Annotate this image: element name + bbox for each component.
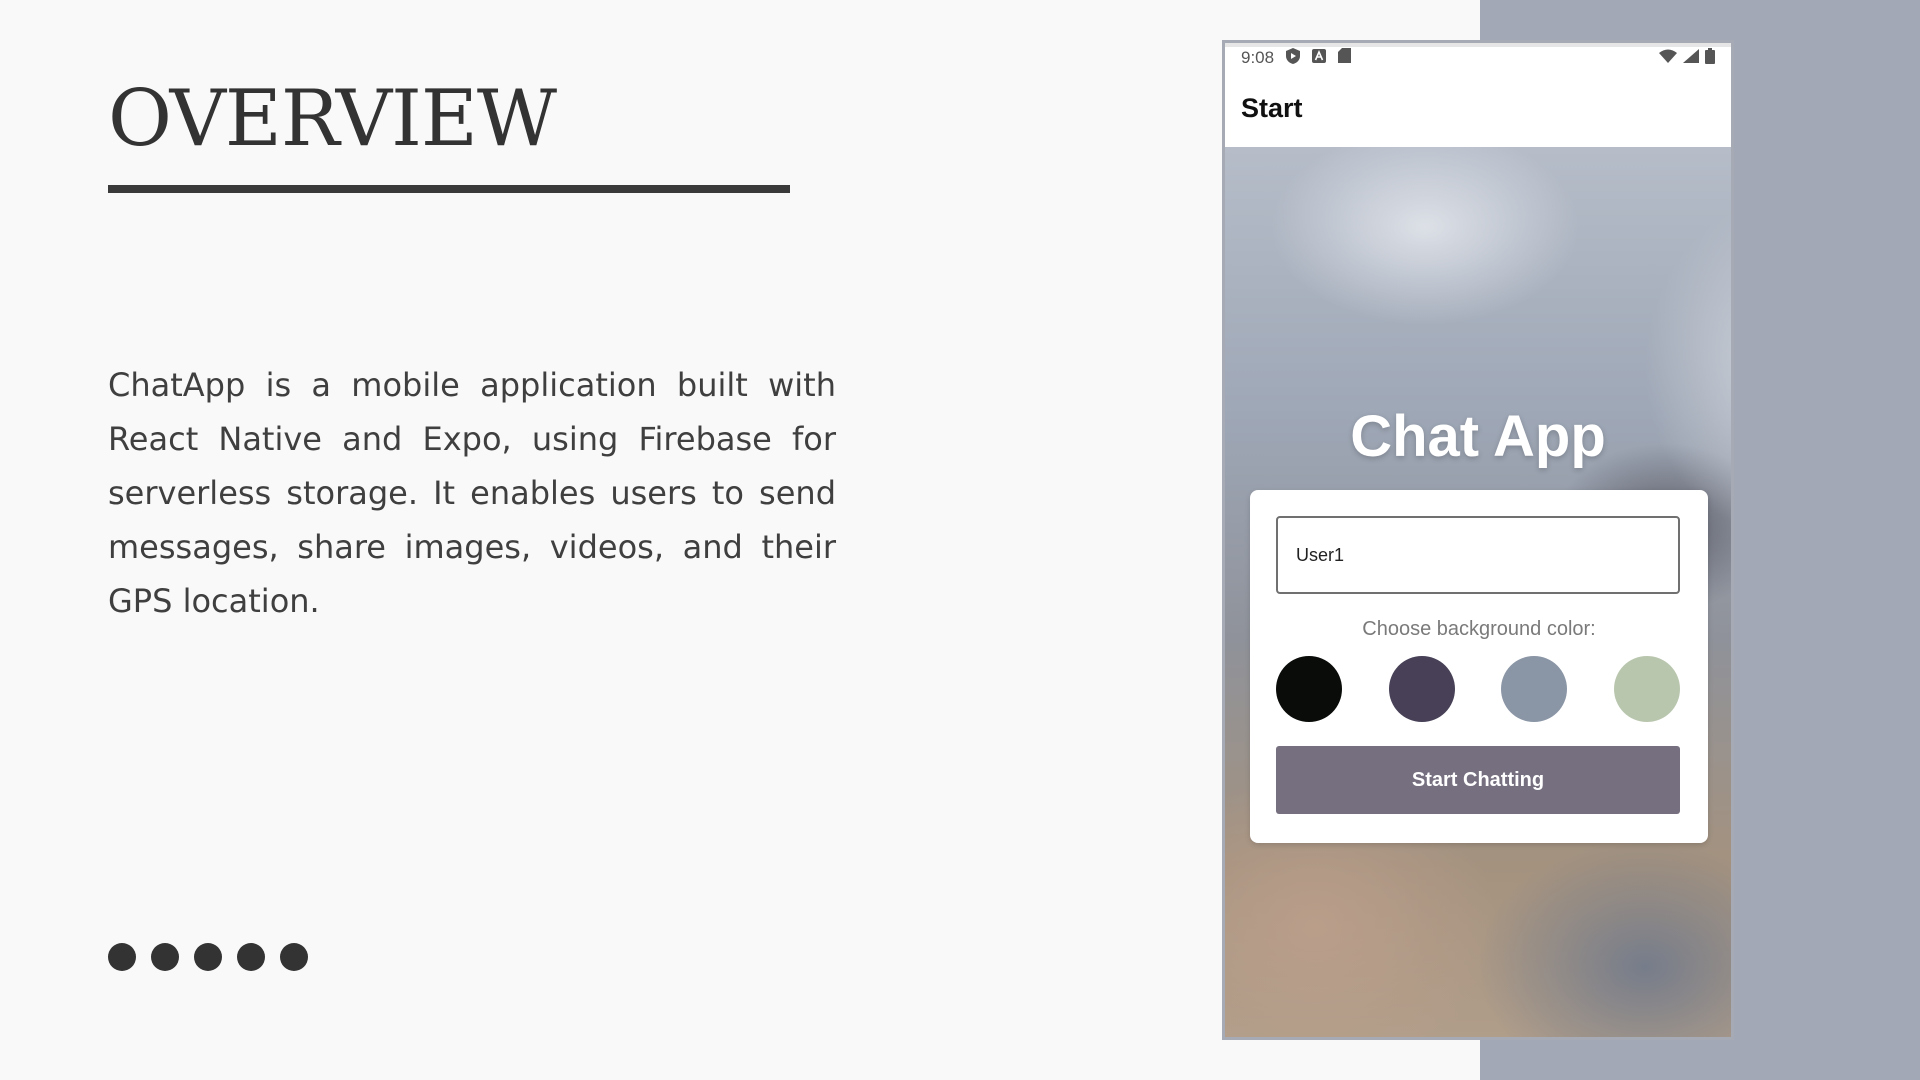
color-swatches	[1276, 656, 1680, 722]
dot-3	[194, 943, 222, 971]
app-title: Chat App	[1350, 404, 1606, 469]
dot-1	[108, 943, 136, 971]
dot-4	[237, 943, 265, 971]
choose-color-label: Choose background color:	[1362, 618, 1596, 640]
wifi-icon	[1659, 48, 1677, 68]
a-badge-icon	[1312, 48, 1327, 68]
start-form-card: Choose background color: Start Chatting	[1250, 490, 1708, 843]
username-input[interactable]	[1276, 516, 1680, 594]
app-bar: Start	[1225, 69, 1731, 147]
title-underline	[108, 185, 790, 193]
color-swatch-2[interactable]	[1388, 656, 1455, 722]
color-swatch-3[interactable]	[1501, 656, 1568, 722]
status-time: 9:08	[1241, 48, 1275, 67]
dot-2	[151, 943, 179, 971]
color-swatch-1[interactable]	[1276, 656, 1342, 722]
color-swatch-4[interactable]	[1613, 656, 1680, 722]
status-bar: 9:08	[1225, 43, 1731, 69]
app-bar-title: Start	[1241, 92, 1303, 123]
slide-description: ChatApp is a mobile application built wi…	[108, 366, 836, 620]
shield-play-icon	[1286, 47, 1301, 69]
slide-title: OVERVIEW	[108, 74, 557, 164]
phone-screenshot: 9:08 Start Chat App User1 Choose backgro…	[1222, 40, 1734, 1040]
sd-card-icon	[1338, 48, 1352, 68]
signal-icon	[1683, 48, 1699, 68]
start-chatting-button[interactable]: Start Chatting	[1276, 746, 1680, 814]
battery-icon	[1705, 47, 1715, 69]
dot-5	[280, 943, 308, 971]
pagination-dots	[108, 943, 308, 971]
